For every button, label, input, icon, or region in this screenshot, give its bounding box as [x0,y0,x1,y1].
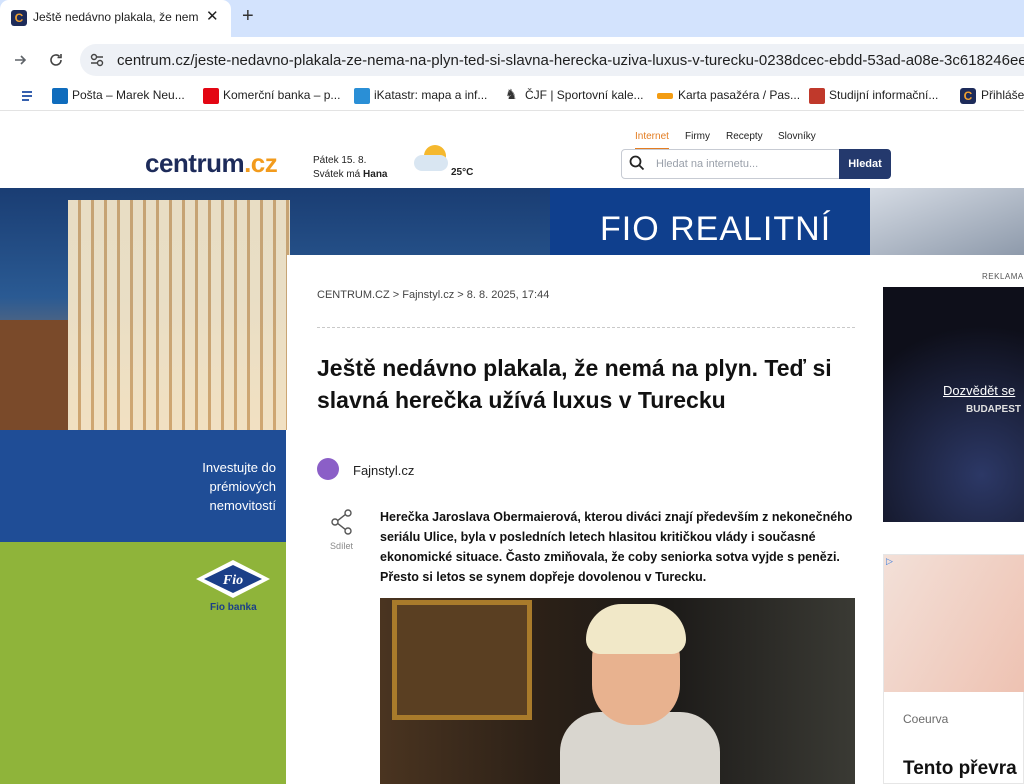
banner-slogan: Investujte do prémiových nemovitostí [202,460,276,513]
pid-icon [657,93,673,99]
article-perex: Herečka Jaroslava Obermaierová, kterou d… [380,510,853,584]
new-tab-button[interactable]: + [242,5,254,28]
bookmark-komercni-banka[interactable]: Komerční banka – p... [223,88,340,102]
site-settings-icon[interactable] [89,52,105,68]
fio-logo-text: Fio [222,573,243,588]
bookmark-karta-pasazera[interactable]: Karta pasažéra / Pas... [678,88,800,102]
outlook-icon [52,88,68,104]
nav-recepty[interactable]: Recepty [726,131,763,142]
share-label[interactable]: Sdílet [330,541,353,551]
share-icon[interactable] [330,509,354,535]
ad-label: REKLAMA [982,272,1024,281]
reload-icon[interactable] [47,51,65,69]
banner-house [0,320,70,430]
date-nameday: Pátek 15. 8. Svátek má Hana [313,154,387,182]
article-source[interactable]: Fajnstyl.cz [353,463,414,478]
nameday-name: Hana [363,169,388,180]
forward-icon[interactable] [12,52,28,68]
kb-icon [203,88,219,104]
search-button[interactable]: Hledat [839,149,891,179]
reading-list-icon[interactable] [20,89,34,103]
nav-firmy[interactable]: Firmy [685,131,710,142]
bookmark-prihlasen[interactable]: Přihlášen [981,88,1024,102]
ad-learn-more-link[interactable]: Dozvědět se [943,383,1015,398]
breadcrumb[interactable]: CENTRUM.CZ > Fajnstyl.cz > 8. 8. 2025, 1… [317,289,549,301]
centrum-favicon-icon: C [11,10,27,26]
photo-painting [392,600,532,720]
ad-brand: Coeurva [903,712,949,726]
ad-title[interactable]: Tento převra [903,758,1017,780]
nameday-prefix: Svátek má [313,169,364,180]
ad-coeurva-image[interactable] [884,555,1024,692]
bookmark-posta[interactable]: Pošta – Marek Neu... [72,88,185,102]
horse-icon: ♞ [505,86,518,102]
tab-title: Ještě nedávno plakala, že nemá [33,10,198,24]
url-text[interactable]: centrum.cz/jeste-nedavno-plakala-ze-nema… [117,52,1024,69]
sis-icon [809,88,825,104]
adchoices-icon[interactable]: ▷ [886,556,893,567]
bookmark-ikatastr[interactable]: iKatastr: mapa a inf... [374,88,487,102]
date-line: Pátek 15. 8. [313,155,367,166]
logo-tld: .cz [244,148,278,178]
ad-budapest-text: BUDAPEST [966,404,1022,415]
divider [317,327,855,328]
fajnstyl-flower-icon [317,458,339,480]
bookmark-studijni[interactable]: Studijní informační... [829,88,938,102]
photo-person-hair [586,604,686,654]
logo-main: centrum [145,148,245,178]
banner-right-building [870,188,1024,255]
tab-close-icon[interactable]: ✕ [206,7,219,25]
banner-building [68,200,290,430]
banner-headline[interactable]: FIO REALITNÍ [550,188,870,255]
search-icon [629,155,645,171]
ikatastr-icon [354,88,370,104]
bookmark-cjf[interactable]: ČJF | Sportovní kale... [525,88,644,102]
fio-bank-name: Fio banka [210,602,257,613]
article-title: Ještě nedávno plakala, že nemá na plyn. … [317,355,832,413]
nav-slovniky[interactable]: Slovníky [778,131,816,142]
temperature: 25°C [451,167,474,178]
centrum-icon: C [960,88,976,104]
nameday-line: Svátek má Hana [313,168,387,182]
centrum-logo[interactable]: centrum.cz [145,148,278,179]
search-placeholder: Hledat na internetu... [656,158,759,170]
fio-logo-icon: Fio [196,560,270,598]
cloud-icon [414,155,448,171]
nav-internet[interactable]: Internet [635,131,669,150]
